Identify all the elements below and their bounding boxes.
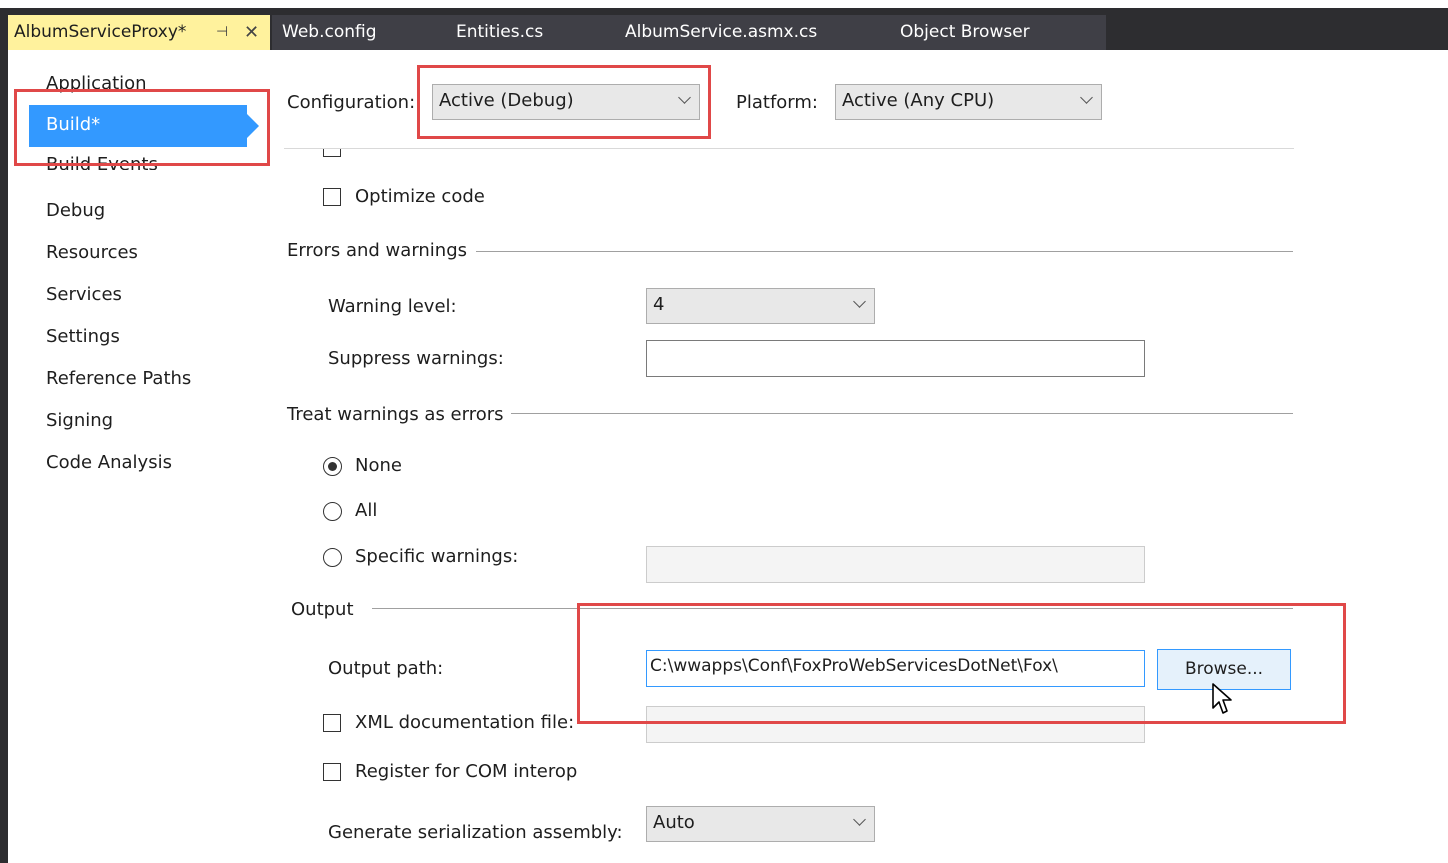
tab-label: Object Browser (900, 22, 1030, 42)
nav-item-debug[interactable]: Debug (46, 200, 105, 221)
xml-documentation-checkbox[interactable] (323, 714, 341, 732)
close-icon[interactable]: ✕ (244, 15, 259, 50)
errors-and-warnings-header: Errors and warnings (287, 240, 468, 261)
group-divider (476, 251, 1293, 252)
specific-warnings-input (646, 546, 1145, 583)
nav-item-reference-paths[interactable]: Reference Paths (46, 368, 191, 389)
nav-item-code-analysis[interactable]: Code Analysis (46, 452, 172, 473)
highlight-box-build (14, 89, 270, 166)
chevron-down-icon (853, 295, 866, 308)
configuration-label: Configuration: (287, 92, 416, 113)
serialization-label: Generate serialization assembly: (328, 822, 623, 843)
register-com-checkbox[interactable] (323, 763, 341, 781)
platform-value: Active (Any CPU) (842, 90, 995, 111)
radio-all[interactable] (323, 502, 342, 521)
top-band (0, 0, 1448, 8)
tab-label: AlbumService.asmx.cs (625, 22, 818, 42)
suppress-warnings-input[interactable] (646, 340, 1145, 377)
clipped-checkbox (323, 149, 343, 158)
platform-dropdown[interactable]: Active (Any CPU) (835, 84, 1102, 120)
radio-all-label: All (355, 500, 378, 521)
highlight-box-output-path (577, 603, 1346, 724)
serialization-value: Auto (653, 812, 695, 833)
nav-item-settings[interactable]: Settings (46, 326, 120, 347)
register-com-label: Register for COM interop (355, 761, 578, 782)
window-left-edge (0, 8, 8, 863)
xml-documentation-label: XML documentation file: (355, 712, 575, 733)
radio-specific-warnings-label: Specific warnings: (355, 546, 519, 567)
optimize-code-checkbox[interactable] (323, 188, 341, 206)
radio-none-label: None (355, 455, 402, 476)
pin-icon[interactable]: ⊣ (216, 15, 228, 50)
tab-label: Web.config (282, 22, 377, 42)
highlight-box-configuration (417, 65, 711, 139)
nav-item-resources[interactable]: Resources (46, 242, 138, 263)
output-path-label: Output path: (328, 658, 444, 679)
tab-label: Entities.cs (456, 22, 544, 42)
warning-level-value: 4 (653, 294, 665, 315)
output-header: Output (291, 599, 354, 620)
warning-level-dropdown[interactable]: 4 (646, 288, 875, 324)
tab-object-browser[interactable]: Object Browser (865, 15, 1106, 50)
radio-none[interactable] (323, 457, 342, 476)
warning-level-label: Warning level: (328, 296, 457, 317)
chevron-down-icon (853, 813, 866, 826)
serialization-dropdown[interactable]: Auto (646, 806, 875, 842)
tab-albumservice-asmx-cs[interactable]: AlbumService.asmx.cs (597, 15, 865, 50)
radio-specific-warnings[interactable] (323, 548, 342, 567)
chevron-down-icon (1080, 91, 1093, 104)
treat-warnings-header: Treat warnings as errors (287, 404, 504, 425)
tab-entities-cs[interactable]: Entities.cs (432, 15, 597, 50)
tab-web-config[interactable]: Web.config (272, 15, 432, 50)
optimize-code-label: Optimize code (355, 186, 485, 207)
tab-label: AlbumServiceProxy* (14, 22, 187, 42)
header-separator (284, 148, 1294, 149)
group-divider (511, 413, 1293, 414)
nav-item-services[interactable]: Services (46, 284, 122, 305)
nav-item-signing[interactable]: Signing (46, 410, 113, 431)
suppress-warnings-label: Suppress warnings: (328, 348, 504, 369)
platform-label: Platform: (736, 92, 818, 113)
tab-albumserviceproxy[interactable]: AlbumServiceProxy* ⊣ ✕ (8, 15, 270, 50)
